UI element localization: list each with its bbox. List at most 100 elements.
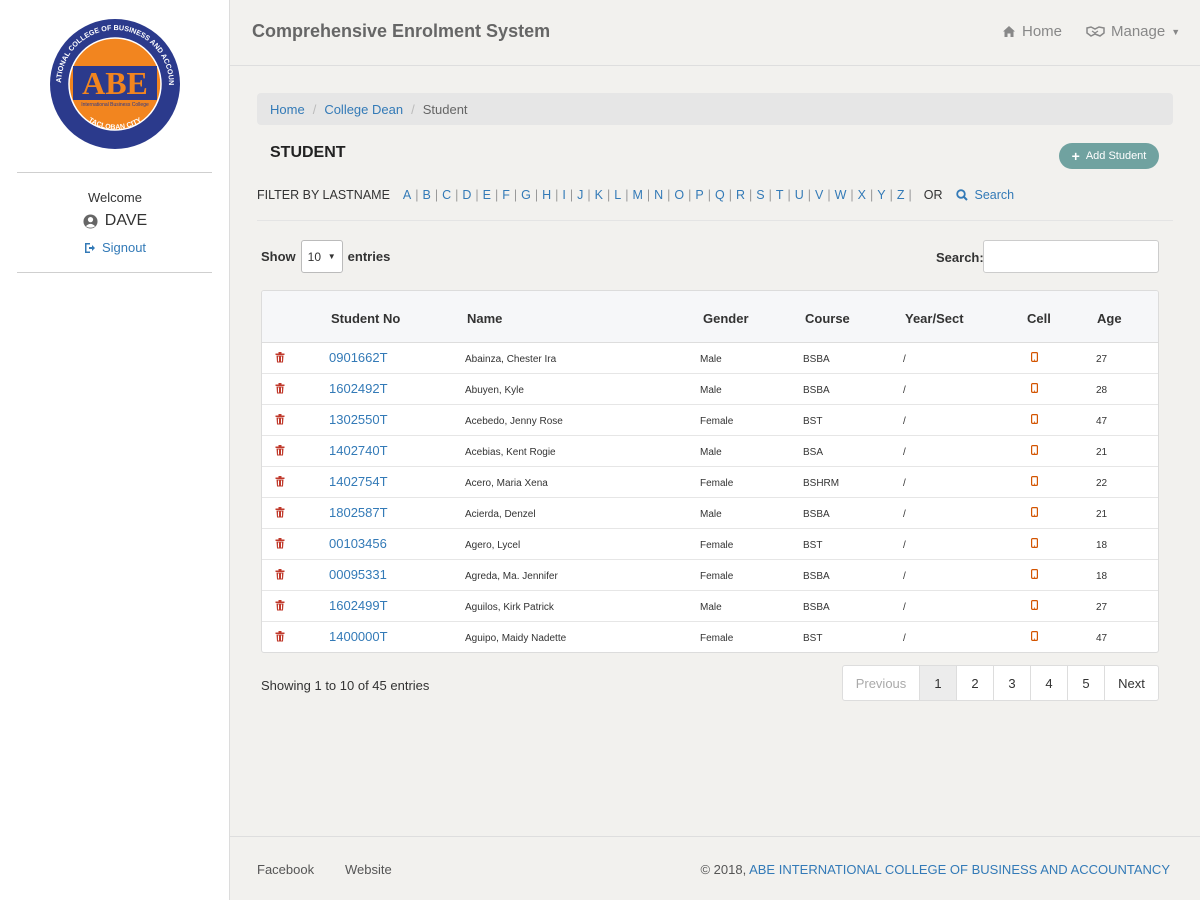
filter-letter-b[interactable]: B (419, 188, 435, 202)
student-gender: Female (700, 478, 734, 489)
breadcrumb-separator: / (411, 101, 415, 117)
student-no-link[interactable]: 1602492T (329, 381, 388, 396)
mobile-phone-icon[interactable] (1031, 569, 1039, 582)
student-age: 27 (1096, 602, 1108, 613)
delete-trash-icon[interactable] (275, 631, 285, 645)
filter-letter-f[interactable]: F (498, 188, 514, 202)
filter-letter-y[interactable]: Y (873, 188, 889, 202)
filter-letter-h[interactable]: H (538, 188, 555, 202)
filter-letter-u[interactable]: U (791, 188, 808, 202)
student-year-sect: / (903, 447, 906, 458)
nav-manage-dropdown[interactable]: Manage ▼ (1086, 23, 1180, 40)
delete-trash-icon[interactable] (275, 445, 285, 459)
page-5[interactable]: 5 (1067, 666, 1104, 700)
header-course[interactable]: Course (805, 311, 850, 326)
header-age[interactable]: Age (1097, 311, 1122, 326)
filter-letter-w[interactable]: W (831, 188, 851, 202)
mobile-phone-icon[interactable] (1031, 445, 1039, 458)
next-page-button[interactable]: Next (1104, 666, 1158, 700)
nav-home-link[interactable]: Home (1002, 23, 1062, 40)
mobile-phone-icon[interactable] (1031, 600, 1039, 613)
filter-letter-r[interactable]: R (732, 188, 749, 202)
filter-letter-k[interactable]: K (591, 188, 607, 202)
mobile-phone-icon[interactable] (1031, 507, 1039, 520)
page-4[interactable]: 4 (1030, 666, 1067, 700)
filter-letter-t[interactable]: T (772, 188, 788, 202)
footer-copyright: © 2018, ABE INTERNATIONAL COLLEGE OF BUS… (700, 862, 1170, 877)
filter-letter-s[interactable]: S (752, 188, 768, 202)
delete-trash-icon[interactable] (275, 476, 285, 490)
student-no-link[interactable]: 1602499T (329, 598, 388, 613)
student-no-link[interactable]: 00095331 (329, 567, 387, 582)
footer-facebook-link[interactable]: Facebook (257, 862, 314, 877)
filter-letter-m[interactable]: M (628, 188, 646, 202)
student-no-link[interactable]: 1802587T (329, 505, 388, 520)
filter-letter-o[interactable]: O (670, 188, 688, 202)
delete-trash-icon[interactable] (275, 600, 285, 614)
filter-letter-z[interactable]: Z (893, 188, 909, 202)
delete-trash-icon[interactable] (275, 507, 285, 521)
table-search-label: Search: (936, 250, 984, 265)
mobile-phone-icon[interactable] (1031, 476, 1039, 489)
filter-letter-l[interactable]: L (610, 188, 625, 202)
table-row: 1402754T Acero, Maria Xena Female BSHRM / 22 (262, 467, 1158, 498)
filter-letter-n[interactable]: N (650, 188, 667, 202)
delete-trash-icon[interactable] (275, 414, 285, 428)
entries-length-select[interactable]: 10 ▼ (300, 240, 343, 273)
student-no-link[interactable]: 1402754T (329, 474, 388, 489)
student-course: BSBA (803, 354, 830, 365)
mobile-phone-icon[interactable] (1031, 538, 1039, 551)
student-name: Aguipo, Maidy Nadette (465, 633, 567, 644)
filter-letter-v[interactable]: V (811, 188, 827, 202)
student-course: BST (803, 633, 823, 644)
signout-link[interactable]: Signout (0, 240, 230, 255)
student-no-link[interactable]: 1302550T (329, 412, 388, 427)
students-table: Student No Name Gender Course Year/Sect … (261, 290, 1159, 653)
header-name[interactable]: Name (467, 311, 502, 326)
mobile-phone-icon[interactable] (1031, 414, 1039, 427)
page-2[interactable]: 2 (956, 666, 993, 700)
nav-manage-label: Manage (1111, 23, 1166, 40)
breadcrumb-home[interactable]: Home (270, 102, 305, 117)
filter-letter-i[interactable]: I (558, 188, 569, 202)
header-student-no[interactable]: Student No (331, 311, 400, 326)
student-no-link[interactable]: 0901662T (329, 350, 388, 365)
delete-trash-icon[interactable] (275, 383, 285, 397)
filter-letter-c[interactable]: C (438, 188, 455, 202)
copyright-college-link[interactable]: ABE INTERNATIONAL COLLEGE OF BUSINESS AN… (749, 862, 1170, 877)
add-student-label: Add Student (1085, 150, 1147, 162)
filter-letter-p[interactable]: P (691, 188, 707, 202)
previous-page-button[interactable]: Previous (843, 666, 919, 700)
user-circle-icon (83, 213, 98, 229)
mobile-phone-icon[interactable] (1031, 352, 1039, 365)
student-no-link[interactable]: 1400000T (329, 629, 388, 644)
filter-letter-a[interactable]: A (399, 188, 415, 202)
mobile-phone-icon[interactable] (1031, 383, 1039, 396)
mobile-phone-icon[interactable] (1031, 631, 1039, 644)
student-year-sect: / (903, 602, 906, 613)
filter-letter-d[interactable]: D (458, 188, 475, 202)
filter-search-link[interactable]: Search (956, 188, 1014, 202)
delete-trash-icon[interactable] (275, 352, 285, 366)
filter-letter-x[interactable]: X (854, 188, 870, 202)
student-name: Abainza, Chester Ira (465, 354, 557, 365)
delete-trash-icon[interactable] (275, 538, 285, 552)
breadcrumb-college-dean[interactable]: College Dean (324, 102, 403, 117)
header-gender[interactable]: Gender (703, 311, 749, 326)
header-cell[interactable]: Cell (1027, 311, 1051, 326)
footer-website-link[interactable]: Website (345, 862, 392, 877)
student-name: Abuyen, Kyle (465, 385, 524, 396)
delete-trash-icon[interactable] (275, 569, 285, 583)
filter-separator: | (908, 188, 912, 202)
filter-letter-e[interactable]: E (479, 188, 495, 202)
filter-letter-j[interactable]: J (573, 188, 587, 202)
filter-letter-q[interactable]: Q (711, 188, 729, 202)
student-no-link[interactable]: 1402740T (329, 443, 388, 458)
student-no-link[interactable]: 00103456 (329, 536, 387, 551)
page-1[interactable]: 1 (919, 666, 956, 700)
filter-letter-g[interactable]: G (517, 188, 535, 202)
add-student-button[interactable]: + Add Student (1059, 143, 1159, 169)
page-3[interactable]: 3 (993, 666, 1030, 700)
table-search-input[interactable] (983, 240, 1159, 273)
header-year-sect[interactable]: Year/Sect (905, 311, 964, 326)
